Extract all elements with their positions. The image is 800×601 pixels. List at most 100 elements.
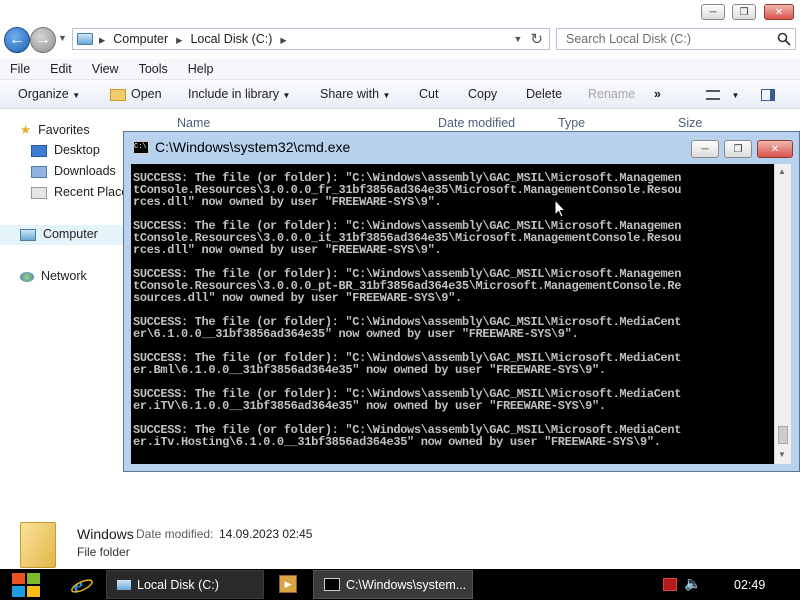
star-icon: ★ bbox=[20, 123, 32, 137]
details-item-type: File folder bbox=[77, 545, 130, 559]
nav-network[interactable]: Network bbox=[20, 269, 87, 283]
breadcrumb-separator: ▸ bbox=[176, 32, 183, 47]
nav-downloads[interactable]: Downloads bbox=[31, 164, 116, 178]
windows-start-icon bbox=[12, 573, 40, 597]
ie-taskbar-button[interactable]: e bbox=[70, 573, 94, 597]
cmd-output-line: er\6.1.0.0__31bf3856ad364e35" now owned … bbox=[133, 327, 579, 341]
nav-computer[interactable]: Computer bbox=[20, 227, 98, 241]
explorer-titlebar bbox=[0, 0, 800, 26]
cmd-output-block: SUCCESS: The file (or folder): "C:\Windo… bbox=[133, 172, 774, 208]
menu-help[interactable]: Help bbox=[178, 62, 224, 76]
scroll-up-arrow[interactable]: ▲ bbox=[778, 167, 786, 176]
cut-button[interactable]: Cut bbox=[419, 80, 438, 108]
organize-button[interactable]: Organize ▼ bbox=[18, 80, 80, 108]
speaker-icon[interactable]: 🔈 bbox=[684, 575, 701, 592]
action-center-icon[interactable] bbox=[663, 578, 677, 591]
cmd-scrollbar[interactable]: ▲ ▼ bbox=[774, 164, 791, 464]
share-label: Share with bbox=[320, 87, 380, 101]
copy-button[interactable]: Copy bbox=[468, 80, 497, 108]
details-date-label: Date modified: bbox=[136, 527, 214, 541]
network-icon bbox=[20, 271, 34, 282]
nav-network-label: Network bbox=[40, 269, 87, 283]
column-header-date-modified[interactable]: Date modified bbox=[438, 116, 515, 130]
organize-label: Organize bbox=[18, 87, 69, 101]
cmd-window[interactable]: C:\ C:\Windows\system32\cmd.exe ─ ❐ ✕ SU… bbox=[123, 131, 800, 472]
media-player-icon: ▶ bbox=[284, 578, 292, 589]
include-label: Include in library bbox=[188, 87, 280, 101]
include-in-library-button[interactable]: Include in library ▼ bbox=[188, 80, 290, 108]
mouse-cursor-icon bbox=[554, 199, 566, 218]
cmd-output-block: SUCCESS: The file (or folder): "C:\Windo… bbox=[133, 388, 774, 412]
nav-desktop-label: Desktop bbox=[53, 143, 100, 157]
cmd-maximize-button[interactable]: ❐ bbox=[724, 140, 752, 158]
cmd-output-block: SUCCESS: The file (or folder): "C:\Windo… bbox=[133, 424, 774, 448]
command-toolbar: Organize ▼ Open Include in library ▼ Sha… bbox=[0, 80, 800, 109]
menu-edit[interactable]: Edit bbox=[40, 62, 82, 76]
folder-icon bbox=[20, 522, 56, 568]
share-with-button[interactable]: Share with ▼ bbox=[320, 80, 390, 108]
address-dropdown-icon[interactable]: ▼ bbox=[514, 34, 523, 44]
column-header-type[interactable]: Type bbox=[558, 116, 585, 130]
menu-file[interactable]: File bbox=[0, 62, 40, 76]
address-bar[interactable]: ▸ Computer ▸ Local Disk (C:) ▸ ▼ ↻ bbox=[72, 28, 550, 50]
start-button[interactable] bbox=[10, 571, 42, 598]
cmd-icon: C:\ bbox=[133, 140, 149, 154]
forward-button[interactable]: → bbox=[30, 27, 56, 53]
open-button[interactable]: Open bbox=[110, 80, 162, 108]
nav-downloads-label: Downloads bbox=[53, 164, 116, 178]
change-view-button[interactable]: ▼ bbox=[706, 80, 739, 108]
desktop-icon bbox=[31, 144, 47, 157]
cmd-output-block: SUCCESS: The file (or folder): "C:\Windo… bbox=[133, 268, 774, 304]
cmd-output-line: er.Bml\6.1.0.0__31bf3856ad364e35" now ow… bbox=[133, 363, 606, 377]
column-header-size[interactable]: Size bbox=[678, 116, 702, 130]
column-header-name[interactable]: Name bbox=[177, 116, 210, 130]
explorer-minimize-button[interactable]: ─ bbox=[701, 4, 725, 20]
explorer-maximize-button[interactable]: ❐ bbox=[732, 4, 756, 20]
back-arrow-icon: ← bbox=[9, 31, 25, 48]
explorer-taskbar-button[interactable]: Local Disk (C:) bbox=[106, 570, 264, 599]
cmd-taskbar-label: C:\Windows\system... bbox=[346, 577, 467, 592]
cmd-output[interactable]: SUCCESS: The file (or folder): "C:\Windo… bbox=[131, 164, 774, 464]
menu-bar: File Edit View Tools Help bbox=[0, 59, 800, 80]
search-placeholder: Search Local Disk (C:) bbox=[566, 32, 692, 46]
explorer-close-button[interactable]: ✕ bbox=[764, 4, 794, 20]
breadcrumb-computer[interactable]: Computer bbox=[113, 32, 168, 46]
search-icon[interactable] bbox=[777, 32, 791, 46]
cmd-window-title: C:\Windows\system32\cmd.exe bbox=[155, 139, 351, 155]
cmd-icon bbox=[324, 578, 340, 591]
menu-tools[interactable]: Tools bbox=[129, 62, 178, 76]
view-list-icon bbox=[706, 89, 720, 100]
nav-recent-places[interactable]: Recent Places bbox=[31, 185, 135, 199]
menu-view[interactable]: View bbox=[82, 62, 129, 76]
nav-computer-label: Computer bbox=[42, 227, 98, 241]
preview-pane-button[interactable] bbox=[761, 80, 775, 108]
taskbar-clock[interactable]: 02:49 bbox=[734, 578, 765, 592]
forward-arrow-icon: → bbox=[35, 31, 51, 48]
scroll-down-arrow[interactable]: ▼ bbox=[778, 450, 786, 459]
breadcrumb-separator: ▸ bbox=[280, 32, 287, 47]
nav-favorites[interactable]: ★ Favorites bbox=[20, 122, 90, 137]
details-item-name: Windows bbox=[77, 526, 134, 542]
rename-button[interactable]: Rename bbox=[588, 80, 635, 108]
recent-places-icon bbox=[31, 186, 47, 199]
folder-icon bbox=[110, 88, 126, 101]
nav-desktop[interactable]: Desktop bbox=[31, 143, 100, 157]
cmd-close-button[interactable]: ✕ bbox=[757, 140, 793, 158]
scroll-thumb[interactable] bbox=[778, 426, 788, 444]
breadcrumb-separator: ▸ bbox=[99, 32, 106, 47]
cmd-minimize-button[interactable]: ─ bbox=[691, 140, 719, 158]
breadcrumb-local-disk[interactable]: Local Disk (C:) bbox=[190, 32, 272, 46]
nav-favorites-label: Favorites bbox=[38, 123, 90, 137]
media-player-taskbar-button[interactable]: ▶ bbox=[279, 575, 297, 593]
ie-icon: e bbox=[71, 575, 93, 597]
search-input[interactable]: Search Local Disk (C:) bbox=[556, 28, 796, 50]
more-commands-button[interactable]: » bbox=[654, 80, 661, 108]
explorer-taskbar-label: Local Disk (C:) bbox=[137, 577, 219, 592]
back-button[interactable]: ← bbox=[4, 27, 30, 53]
downloads-icon bbox=[31, 165, 47, 178]
cmd-taskbar-button[interactable]: C:\Windows\system... bbox=[313, 570, 473, 599]
recent-pages-dropdown[interactable]: ▼ bbox=[58, 33, 67, 43]
refresh-icon[interactable]: ↻ bbox=[530, 30, 543, 48]
computer-icon bbox=[117, 579, 131, 590]
delete-button[interactable]: Delete bbox=[526, 80, 562, 108]
